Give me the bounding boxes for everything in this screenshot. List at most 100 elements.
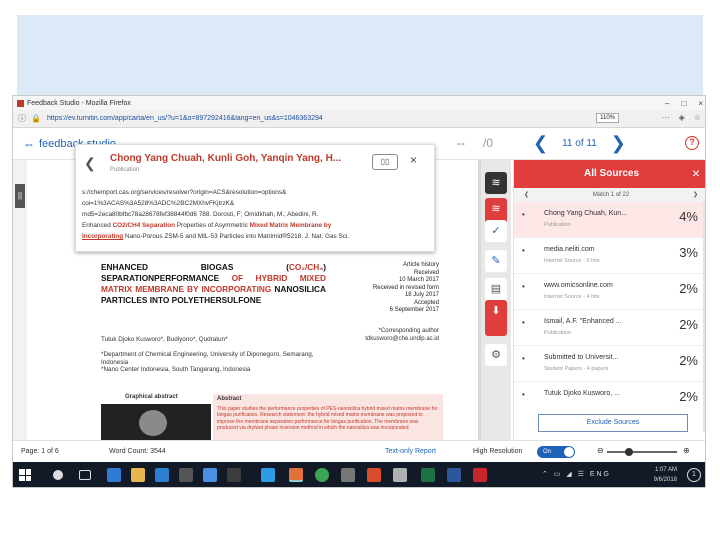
- window-titlebar: Feedback Studio - Mozilla Firefox – □ ×: [13, 96, 705, 110]
- page-count: Page: 1 of 6: [21, 448, 59, 455]
- chrome-icon[interactable]: [315, 468, 329, 482]
- source-type: Student Papers - 4 papers: [544, 366, 609, 372]
- logo-icon: ⇔: [23, 137, 35, 151]
- popup-back-button[interactable]: ❮: [84, 155, 96, 172]
- filter-icon[interactable]: ▤: [485, 278, 507, 300]
- source-name[interactable]: Submitted to Universit...: [544, 354, 618, 361]
- prev-match-button[interactable]: ❮: [524, 188, 529, 202]
- text-only-report-link[interactable]: Text-only Report: [385, 448, 436, 455]
- pocket-icon[interactable]: ◈: [679, 113, 685, 122]
- prev-paper-button[interactable]: ❮: [533, 134, 548, 152]
- maximize-button[interactable]: □: [681, 99, 686, 108]
- bookmark-star-icon[interactable]: ☆: [694, 113, 701, 122]
- slide-banner: [17, 15, 703, 95]
- app-icon[interactable]: [203, 468, 217, 482]
- source-item[interactable]: • Chong Yang Chuah, Kun... Publication 4…: [514, 202, 705, 238]
- score-total: /0: [483, 136, 494, 150]
- app-icon[interactable]: [341, 468, 355, 482]
- source-name[interactable]: media.neliti.com: [544, 246, 595, 253]
- app-icon[interactable]: [393, 468, 407, 482]
- all-sources-header: All Sources ×: [514, 160, 705, 188]
- next-match-button[interactable]: ❯: [693, 188, 698, 202]
- popup-close-button[interactable]: ×: [410, 153, 417, 167]
- source-item[interactable]: • Submitted to Universit... Student Pape…: [514, 346, 705, 382]
- edit-icon[interactable]: ✎: [485, 250, 507, 272]
- media-icon[interactable]: [227, 468, 241, 482]
- acrobat-icon[interactable]: [473, 468, 487, 482]
- graphical-abstract-image: [101, 404, 211, 442]
- side-panel-toggle[interactable]: ||: [15, 184, 25, 208]
- source-item[interactable]: • www.omicsonline.com Internet Source - …: [514, 274, 705, 310]
- firefox-favicon: [17, 99, 24, 107]
- source-name[interactable]: Chong Yang Chuah, Kun...: [544, 210, 627, 217]
- zoom-level[interactable]: 110%: [596, 113, 619, 123]
- popup-line: Enhanced CO2/CH4 Separation Properties o…: [82, 220, 430, 231]
- popup-match: Incorporating: [82, 233, 124, 240]
- zoom-in-icon[interactable]: ⊕: [683, 446, 690, 455]
- popup-source-title[interactable]: Chong Yang Chuah, Kunli Goh, Yanqin Yang…: [110, 153, 341, 164]
- source-bullet: •: [522, 282, 525, 291]
- match-navigator: ❮ Match 1 of 22 ❯: [514, 188, 705, 202]
- download-icon[interactable]: ⬇: [485, 300, 507, 336]
- paper-affiliation: *Department of Chemical Engineering, Uni…: [101, 351, 314, 373]
- zoom-slider[interactable]: [607, 448, 677, 456]
- help-icon[interactable]: ?: [685, 136, 699, 150]
- system-tray-icons[interactable]: ⌃ ▭ ◢ ☰ ENG: [542, 470, 611, 478]
- panel-scrollbar[interactable]: [703, 202, 705, 432]
- edge-icon[interactable]: [107, 468, 121, 482]
- source-name[interactable]: www.omicsonline.com: [544, 282, 613, 289]
- windows-start-icon[interactable]: [19, 469, 31, 481]
- high-resolution-label: High Resolution: [473, 448, 523, 455]
- close-panel-icon[interactable]: ×: [692, 165, 700, 181]
- exclude-sources-button[interactable]: Exclude Sources: [538, 414, 688, 432]
- notification-icon[interactable]: 1: [687, 468, 701, 482]
- source-type: Publication: [544, 222, 571, 228]
- title-match[interactable]: CO₂/CH₄: [289, 262, 323, 272]
- info-icon[interactable]: ⓘ: [18, 113, 26, 124]
- source-item[interactable]: • Ismail, A.F. "Enhanced ... Publication…: [514, 310, 705, 346]
- close-window-button[interactable]: ×: [698, 99, 703, 108]
- settings-icon[interactable]: ⚙: [485, 344, 507, 366]
- source-type: Internet Source - 5 hits: [544, 258, 600, 264]
- source-percent: 2%: [679, 281, 698, 296]
- app-icon[interactable]: [261, 468, 275, 482]
- zoom-out-icon[interactable]: ⊖: [597, 446, 604, 455]
- high-resolution-toggle[interactable]: On: [537, 446, 575, 458]
- abstract-label: Abstract: [217, 396, 242, 402]
- powerpoint-icon[interactable]: [367, 468, 381, 482]
- clock[interactable]: 1:07 AM 9/6/2018: [654, 465, 677, 485]
- zoom-slider-knob[interactable]: [625, 448, 633, 456]
- source-bullet: •: [522, 354, 525, 363]
- source-percent: 4%: [679, 209, 698, 224]
- cortana-icon[interactable]: [53, 470, 63, 480]
- window-controls: – □ ×: [665, 96, 703, 110]
- word-icon[interactable]: [447, 468, 461, 482]
- paper-position[interactable]: 11 of 11: [562, 138, 597, 149]
- source-percent: 2%: [679, 353, 698, 368]
- article-history: Article history Received 10 March 2017 R…: [372, 262, 439, 313]
- next-paper-button[interactable]: ❯: [611, 134, 626, 152]
- firefox-icon[interactable]: [289, 468, 303, 482]
- excel-icon[interactable]: [421, 468, 435, 482]
- slide: Feedback Studio - Mozilla Firefox – □ × …: [0, 0, 720, 540]
- source-item[interactable]: • Tutuk Djoko Kusworo, ... 2%: [514, 382, 705, 418]
- layers-icon[interactable]: ≋: [485, 172, 507, 194]
- abstract-text[interactable]: This paper studies the performance prope…: [217, 406, 439, 431]
- all-sources-panel: All Sources × ❮ Match 1 of 22 ❯ • Chong …: [513, 160, 705, 440]
- source-item[interactable]: • media.neliti.com Internet Source - 5 h…: [514, 238, 705, 274]
- store-icon[interactable]: [155, 468, 169, 482]
- file-explorer-icon[interactable]: [131, 468, 145, 482]
- page-actions-icon[interactable]: ···: [662, 113, 670, 122]
- source-name[interactable]: Tutuk Djoko Kusworo, ...: [544, 390, 620, 397]
- source-percent: 2%: [679, 389, 698, 404]
- url-field[interactable]: https://ev.turnitin.com/app/carta/en_us/…: [47, 115, 517, 122]
- minimize-button[interactable]: –: [665, 99, 669, 108]
- full-source-icon[interactable]: ▯▯: [372, 154, 398, 170]
- grading-check-icon[interactable]: ✓: [485, 220, 507, 242]
- task-view-icon[interactable]: [79, 470, 91, 480]
- source-name[interactable]: Ismail, A.F. "Enhanced ...: [544, 318, 622, 325]
- source-type: Internet Source - 4 hits: [544, 294, 600, 300]
- windows-taskbar: ⌃ ▭ ◢ ☰ ENG 1:07 AM 9/6/2018 1: [13, 462, 705, 487]
- source-popup: ❮ Chong Yang Chuah, Kunli Goh, Yanqin Ya…: [75, 144, 435, 252]
- mail-icon[interactable]: [179, 468, 193, 482]
